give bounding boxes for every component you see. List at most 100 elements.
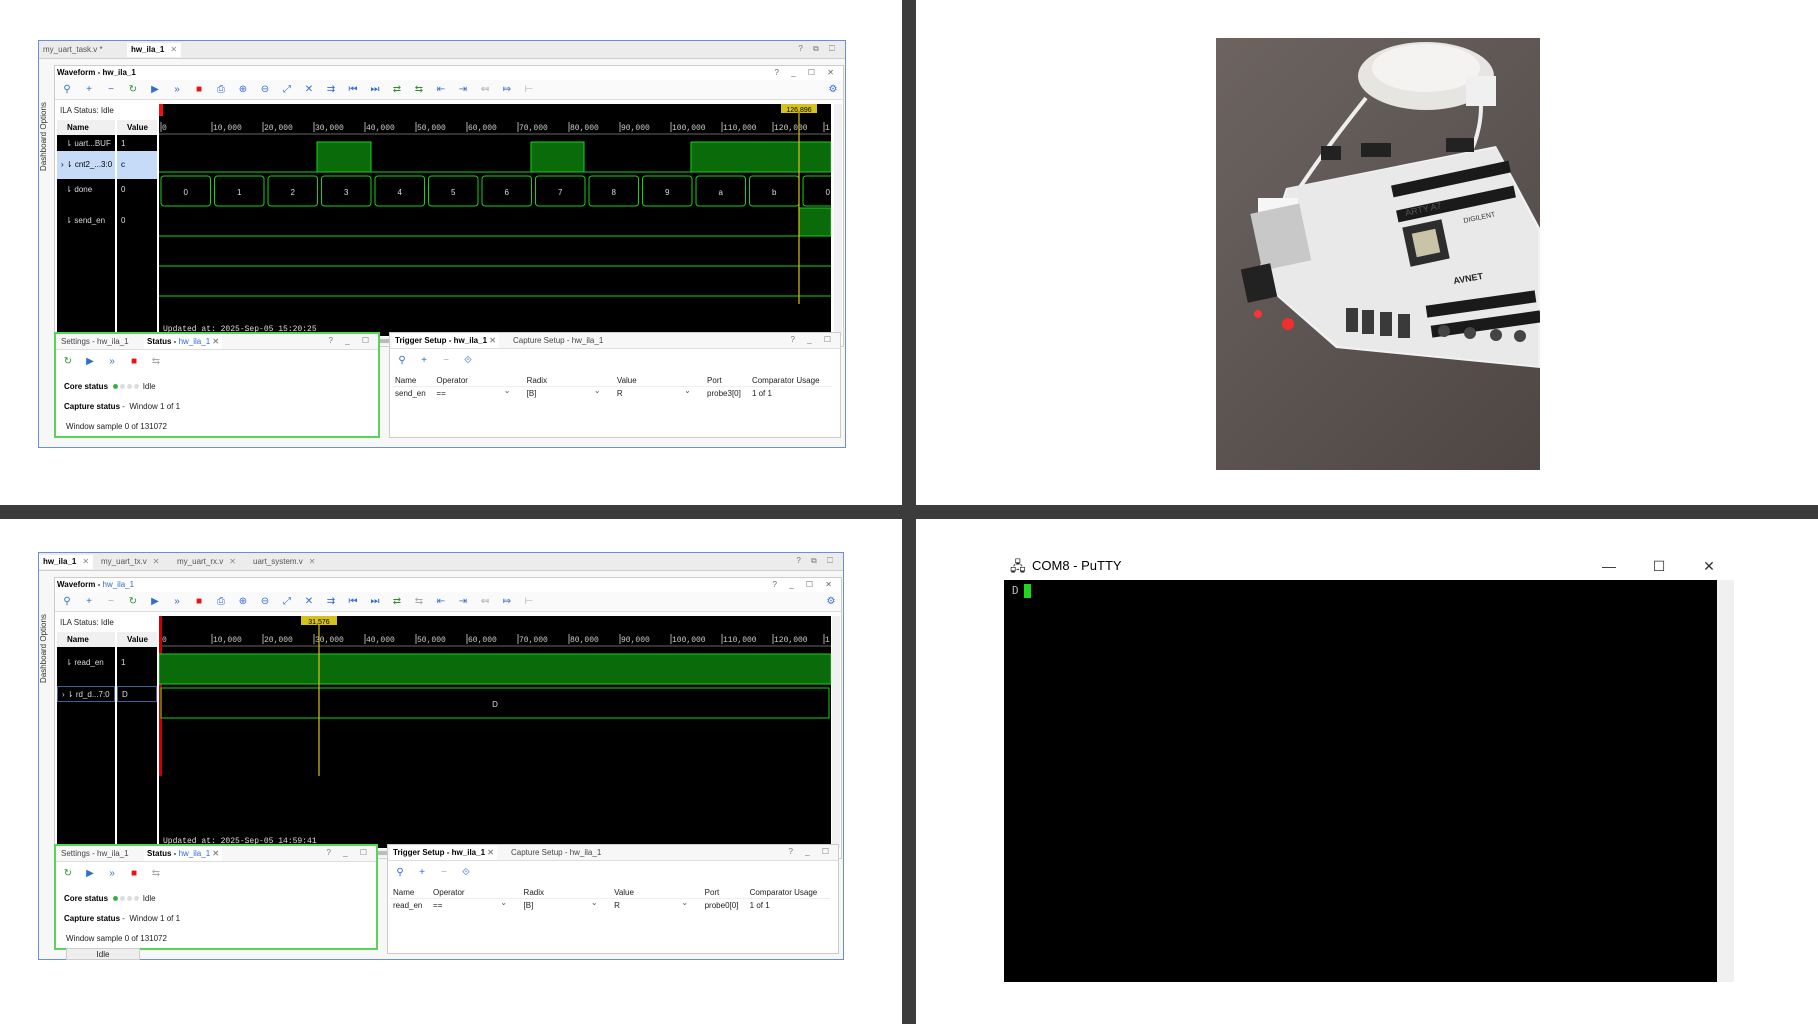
- stop-icon[interactable]: ■: [191, 82, 207, 98]
- dropdown-value[interactable]: [B]: [527, 386, 601, 398]
- snap-icon[interactable]: ⊢: [521, 594, 537, 610]
- close-icon[interactable]: ✕: [82, 557, 89, 566]
- go-end-icon[interactable]: ⏭: [367, 594, 383, 610]
- remove-icon[interactable]: −: [438, 353, 454, 369]
- search-icon[interactable]: ⚲: [392, 865, 408, 881]
- auto-retrigger-icon[interactable]: »: [104, 354, 120, 370]
- trigger-marker-icon[interactable]: ⇆: [148, 866, 164, 882]
- gear-icon[interactable]: ⚙: [823, 594, 839, 610]
- signal-read-en[interactable]: ⇂ read_en: [57, 655, 115, 671]
- waveform-title-link[interactable]: hw_ila_1: [103, 580, 135, 589]
- auto-retrigger-icon[interactable]: »: [169, 82, 185, 98]
- tab-capture-setup[interactable]: Capture Setup - hw_ila_1: [510, 334, 606, 348]
- operator-dropdown[interactable]: ==: [433, 386, 523, 401]
- prev-transition-icon[interactable]: ⇤: [433, 594, 449, 610]
- tab-capture-setup[interactable]: Capture Setup - hw_ila_1: [508, 846, 604, 860]
- cursor-icon[interactable]: ✕: [301, 82, 317, 98]
- dropdown-value[interactable]: R: [617, 386, 691, 398]
- close-icon[interactable]: ✕: [309, 557, 316, 566]
- add-marker-icon[interactable]: ⇆: [411, 82, 427, 98]
- waveform-controls[interactable]: ? _ ☐ ✕: [775, 66, 839, 79]
- value-dropdown[interactable]: R: [614, 386, 704, 401]
- tab-hw-ila-1[interactable]: hw_ila_1 ✕: [127, 43, 182, 57]
- tab-my-uart-task[interactable]: my_uart_task.v *: [39, 43, 107, 57]
- close-icon[interactable]: ✕: [153, 557, 160, 566]
- zoom-fit-icon[interactable]: ⤢: [279, 82, 295, 98]
- next-marker-icon[interactable]: ⤇: [499, 82, 515, 98]
- radix-dropdown[interactable]: [B]: [524, 386, 614, 401]
- close-icon[interactable]: ✕: [489, 336, 496, 345]
- go-start-icon[interactable]: ⏮: [345, 82, 361, 98]
- tab-hw-ila-1[interactable]: hw_ila_1 ✕: [39, 555, 94, 569]
- add-icon[interactable]: +: [414, 865, 430, 881]
- maximize-button[interactable]: ☐: [1634, 552, 1684, 580]
- trigger-marker-icon[interactable]: ⇆: [148, 354, 164, 370]
- add-marker-icon[interactable]: ⇆: [411, 594, 427, 610]
- stop-icon[interactable]: ■: [191, 594, 207, 610]
- run-trigger-icon[interactable]: ▶: [82, 354, 98, 370]
- run-trigger-icon[interactable]: ▶: [147, 82, 163, 98]
- vertical-scrollbar[interactable]: [834, 104, 842, 336]
- cursor-icon[interactable]: ✕: [301, 594, 317, 610]
- tab-my-uart-rx[interactable]: my_uart_rx.v ✕: [173, 555, 240, 569]
- search-icon[interactable]: ⚲: [59, 82, 75, 98]
- search-icon[interactable]: ⚲: [59, 594, 75, 610]
- next-transition-icon[interactable]: ⇥: [455, 594, 471, 610]
- run-trigger-immediate-icon[interactable]: ↻: [125, 594, 141, 610]
- marker-icon[interactable]: ⇉: [323, 594, 339, 610]
- signal-uart-buf[interactable]: ⇂ uart...BUF: [57, 136, 115, 152]
- tab-settings[interactable]: Settings - hw_ila_1: [58, 335, 132, 349]
- run-trigger-immediate-icon[interactable]: ↻: [125, 82, 141, 98]
- remove-icon[interactable]: −: [436, 865, 452, 881]
- stop-icon[interactable]: ■: [126, 354, 142, 370]
- signal-rd-data[interactable]: › ⇂ rd_d...7:0: [57, 686, 115, 702]
- zoom-fit-icon[interactable]: ⤢: [279, 594, 295, 610]
- remove-icon[interactable]: −: [103, 594, 119, 610]
- add-icon[interactable]: +: [81, 594, 97, 610]
- tab-status[interactable]: Status - hw_ila_1 ✕: [144, 335, 223, 349]
- swap-icon[interactable]: ⇄: [389, 594, 405, 610]
- remove-icon[interactable]: −: [103, 82, 119, 98]
- export-icon[interactable]: ⎙: [213, 594, 229, 610]
- prev-marker-icon[interactable]: ⤆: [477, 82, 493, 98]
- tab-my-uart-tx[interactable]: my_uart_tx.v ✕: [97, 555, 164, 569]
- run-trigger-icon[interactable]: ▶: [82, 866, 98, 882]
- dashboard-options-tab[interactable]: Dashboard Options: [39, 599, 53, 699]
- trigger-condition-icon[interactable]: ⟐: [458, 865, 474, 881]
- dropdown-value[interactable]: [B]: [524, 898, 598, 910]
- waveform-plot[interactable]: 0 10,000 20,000 30,000 40,000 50,000 60,000 70,…: [159, 616, 831, 848]
- add-icon[interactable]: +: [81, 82, 97, 98]
- close-icon[interactable]: ✕: [487, 848, 494, 857]
- trigger-condition-icon[interactable]: ⟐: [460, 353, 476, 369]
- close-icon[interactable]: ✕: [212, 849, 219, 858]
- go-end-icon[interactable]: ⏭: [367, 82, 383, 98]
- prev-marker-icon[interactable]: ⤆: [477, 594, 493, 610]
- signal-done[interactable]: ⇂ done: [57, 182, 115, 198]
- panel-controls[interactable]: ? _ ☐: [328, 336, 374, 345]
- close-icon[interactable]: ✕: [212, 337, 219, 346]
- tab-uart-system[interactable]: uart_system.v ✕: [249, 555, 320, 569]
- export-icon[interactable]: ⎙: [213, 82, 229, 98]
- dropdown-value[interactable]: R: [614, 898, 688, 910]
- terminal-scrollbar[interactable]: [1717, 580, 1734, 982]
- operator-dropdown[interactable]: ==: [430, 898, 521, 913]
- vertical-scrollbar[interactable]: [832, 616, 840, 848]
- minimize-button[interactable]: —: [1584, 552, 1634, 580]
- zoom-out-icon[interactable]: ⊖: [257, 594, 273, 610]
- swap-icon[interactable]: ⇄: [389, 82, 405, 98]
- close-icon[interactable]: ✕: [170, 45, 177, 54]
- signal-send-en[interactable]: ⇂ send_en: [57, 213, 115, 229]
- tab-settings[interactable]: Settings - hw_ila_1: [58, 847, 132, 861]
- run-trigger-icon[interactable]: ▶: [147, 594, 163, 610]
- waveform-plot[interactable]: 0 10,000 20,000 30,000 40,000 50,000 60,000 70,…: [159, 104, 831, 336]
- prev-transition-icon[interactable]: ⇤: [433, 82, 449, 98]
- close-button[interactable]: ✕: [1684, 552, 1734, 580]
- add-icon[interactable]: +: [416, 353, 432, 369]
- auto-retrigger-icon[interactable]: »: [169, 594, 185, 610]
- tab-link[interactable]: hw_ila_1: [179, 849, 211, 858]
- tab-status[interactable]: Status - hw_ila_1 ✕: [144, 847, 223, 861]
- snap-icon[interactable]: ⊢: [521, 82, 537, 98]
- tab-trigger-setup[interactable]: Trigger Setup - hw_ila_1 ✕: [390, 846, 497, 860]
- gear-icon[interactable]: ⚙: [825, 82, 841, 98]
- panel-controls[interactable]: ? _ ☐: [790, 335, 836, 344]
